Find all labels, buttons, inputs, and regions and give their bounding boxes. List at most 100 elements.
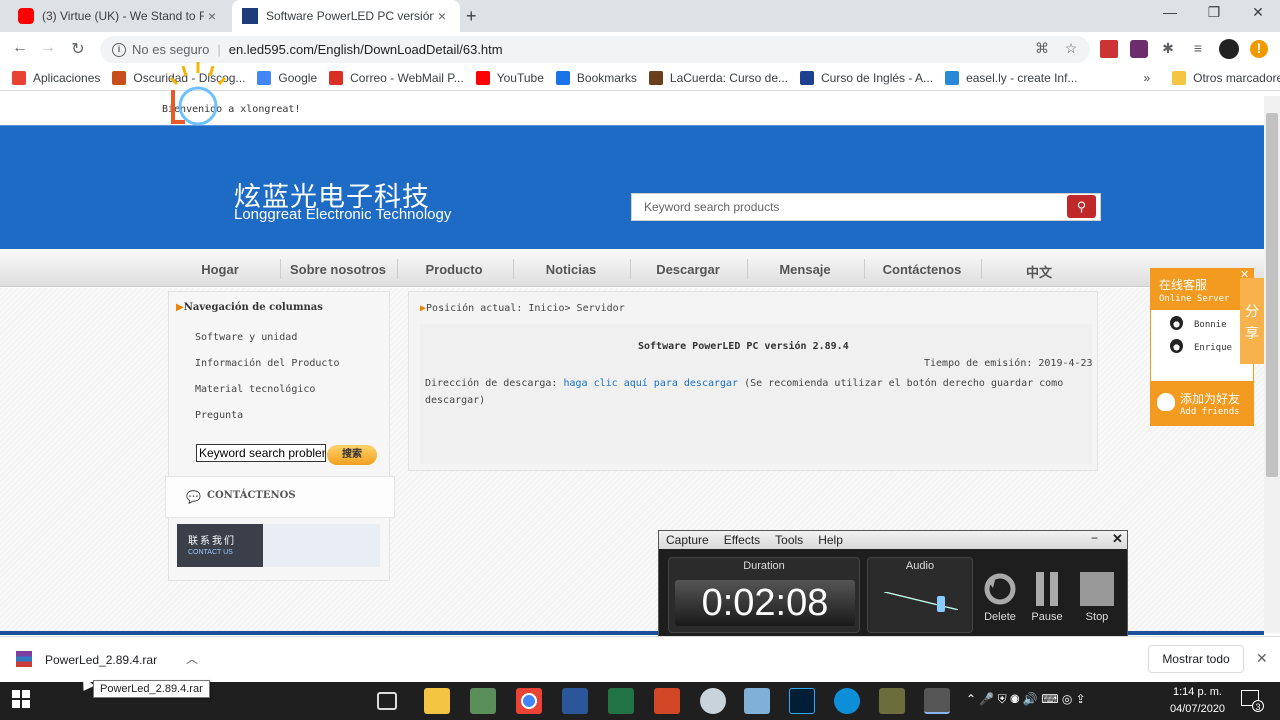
bookmark-item[interactable]: Bookmarks [555, 71, 637, 85]
tab-youtube[interactable]: (3) Virtue (UK) - We Stand to Fight × [8, 0, 230, 32]
reading-list-icon[interactable]: ≡ [1189, 40, 1207, 58]
menu-tools[interactable]: Tools [775, 533, 803, 547]
close-tab-icon[interactable]: × [434, 8, 450, 24]
tray-icons[interactable]: ⌃ 🎤 ⛨ ◉ 🔊 ⌨ ◎ ⇪ [966, 692, 1086, 707]
show-all-button[interactable]: Mostrar todo [1148, 645, 1244, 673]
recorder-minimize-button[interactable]: − [1091, 531, 1098, 545]
clock-time[interactable]: 1:14 p. m. [1173, 686, 1222, 698]
app-icon[interactable] [879, 688, 905, 714]
chat-title: 在线客服 [1159, 278, 1208, 292]
chat-agent-enrique[interactable]: Enrique [1194, 343, 1232, 353]
bookmark-item[interactable]: easel.ly - create Inf... [945, 71, 1077, 85]
photoshop-icon[interactable] [789, 688, 815, 714]
sidebar-link-pregunta[interactable]: Pregunta [195, 410, 243, 421]
bookmark-item[interactable]: YouTube [475, 71, 544, 85]
extension-icon[interactable] [1130, 40, 1148, 58]
nav-producto[interactable]: Producto [396, 262, 512, 277]
menu-capture[interactable]: Capture [666, 533, 709, 547]
add-friend-cn: 添加为好友 [1180, 392, 1241, 406]
star-icon[interactable]: ☆ [1062, 40, 1080, 58]
reload-button[interactable]: ↻ [66, 39, 90, 59]
bookmark-item[interactable]: Curso de Inglés - A... [800, 71, 933, 85]
calculator-icon[interactable] [470, 688, 496, 714]
recorder-menu: Capture Effects Tools Help [659, 531, 1127, 549]
app-icon[interactable] [744, 688, 770, 714]
nav-chinese[interactable]: 中文 [981, 262, 1097, 281]
maximize-button[interactable]: ❐ [1194, 4, 1234, 21]
pause-icon[interactable] [1030, 572, 1064, 606]
bookmark-item[interactable]: LaCuerda: Curso de... [648, 71, 788, 85]
google-icon [257, 71, 272, 85]
update-icon[interactable]: ! [1250, 40, 1268, 58]
recorder-close-button[interactable]: ✕ [1112, 531, 1123, 547]
address-bar[interactable]: i No es seguro | en.led595.com/English/D… [100, 36, 1090, 63]
bookmark-apps[interactable]: Aplicaciones [12, 71, 100, 85]
audio-level-meter[interactable] [884, 592, 958, 610]
youtube-icon [18, 8, 34, 24]
qq-penguin-icon [1170, 316, 1183, 330]
download-item[interactable]: PowerLed_2.89.4.rar [45, 653, 157, 667]
edge-icon[interactable] [834, 688, 860, 714]
sidebar-link-material[interactable]: Material tecnológico [195, 384, 315, 395]
close-window-button[interactable]: ✕ [1238, 4, 1278, 21]
back-button[interactable]: ← [8, 39, 32, 57]
delete-icon[interactable] [983, 572, 1017, 606]
app-icon[interactable] [700, 688, 726, 714]
stop-icon[interactable] [1080, 572, 1114, 606]
nav-hogar[interactable]: Hogar [162, 262, 278, 277]
bookmark-item[interactable]: Correo - WebMail P... [329, 71, 464, 85]
other-bookmarks-folder[interactable]: Otros marcadores [1172, 71, 1280, 85]
windows-start-icon[interactable] [12, 690, 30, 708]
nav-sobre-nosotros[interactable]: Sobre nosotros [279, 262, 397, 277]
nav-noticias[interactable]: Noticias [513, 262, 629, 277]
recorder-app-icon[interactable] [924, 688, 950, 714]
bookmarks-overflow-button[interactable]: » [1143, 71, 1150, 85]
menu-help[interactable]: Help [818, 533, 843, 547]
audio-slider-handle[interactable] [937, 596, 945, 612]
clock-date[interactable]: 04/07/2020 [1170, 703, 1225, 715]
url-text: en.led595.com/English/DownLoadDetail/63.… [228, 42, 503, 57]
menu-effects[interactable]: Effects [724, 533, 760, 547]
product-search-input[interactable]: Keyword search products [631, 193, 1101, 221]
excel-icon[interactable] [608, 688, 634, 714]
nav-mensaje[interactable]: Mensaje [747, 262, 863, 277]
download-link[interactable]: haga clic aquí para descargar [563, 378, 738, 389]
share-tab[interactable]: 分享 [1240, 278, 1264, 364]
translate-icon[interactable]: ⌘ [1033, 40, 1051, 58]
chrome-icon[interactable] [516, 688, 542, 714]
chat-agent-bonnie[interactable]: Bonnie [1194, 320, 1227, 330]
close-download-bar-icon[interactable]: ✕ [1256, 650, 1268, 667]
avatar[interactable] [1219, 39, 1239, 59]
tab-title: (3) Virtue (UK) - We Stand to Fight [42, 9, 204, 23]
divider: | [217, 42, 221, 57]
chevron-up-icon[interactable]: ︿ [186, 650, 198, 667]
scrollbar-thumb[interactable] [1266, 113, 1278, 477]
problem-search-input[interactable]: Keyword search problem [196, 444, 326, 462]
bookmark-item[interactable]: Google [257, 71, 317, 85]
bookmark-label: YouTube [496, 71, 544, 85]
sidebar-link-info[interactable]: Información del Producto [195, 358, 340, 369]
search-button[interactable]: ⚲ [1067, 195, 1096, 218]
info-icon[interactable]: i [112, 42, 126, 57]
guitar-icon [648, 71, 663, 85]
forward-button[interactable]: → [36, 39, 60, 57]
task-view-icon[interactable] [377, 692, 397, 710]
sidebar-search-button[interactable]: 搜索 [327, 445, 377, 465]
word-icon[interactable] [562, 688, 588, 714]
pdf-extension-icon[interactable] [1100, 40, 1118, 58]
tab-powerled[interactable]: Software PowerLED PC versión 2.89.4 × [232, 0, 460, 32]
folder-label: Otros marcadores [1193, 71, 1280, 85]
nav-descargar[interactable]: Descargar [630, 262, 746, 277]
new-tab-button[interactable]: + [466, 6, 477, 27]
powerpoint-icon[interactable] [654, 688, 680, 714]
bookmark-label: LaCuerda: Curso de... [669, 71, 788, 85]
release-date: Tiempo de emisión: 2019-4-23 [924, 358, 1093, 369]
sidebar-link-software[interactable]: Software y unidad [195, 332, 297, 343]
minimize-button[interactable]: — [1150, 4, 1190, 20]
puzzle-icon[interactable]: ✱ [1159, 40, 1177, 58]
close-tab-icon[interactable]: × [204, 8, 220, 24]
file-explorer-icon[interactable] [424, 688, 450, 714]
stop-label: Stop [1085, 611, 1109, 623]
nav-contactenos[interactable]: Contáctenos [864, 262, 980, 277]
star-icon [555, 71, 570, 85]
